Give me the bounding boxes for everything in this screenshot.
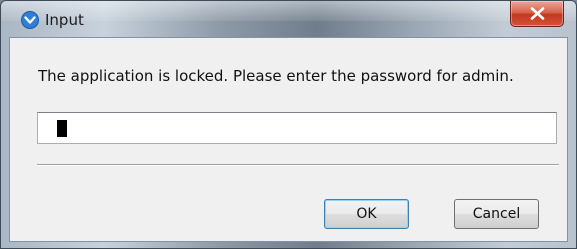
close-icon (530, 7, 545, 20)
text-cursor (57, 120, 67, 137)
window-title: Input (45, 11, 84, 29)
password-input[interactable] (37, 112, 557, 144)
app-chevron-icon (21, 11, 39, 29)
separator-line (37, 164, 559, 166)
cancel-button[interactable]: Cancel (454, 199, 539, 229)
ok-button[interactable]: OK (324, 199, 409, 229)
dialog-body: The application is locked. Please enter … (9, 37, 568, 242)
title-bar[interactable]: Input (1, 1, 576, 37)
input-dialog-window: Input The application is locked. Please … (0, 0, 577, 249)
prompt-text: The application is locked. Please enter … (38, 67, 514, 85)
close-button[interactable] (510, 1, 564, 27)
